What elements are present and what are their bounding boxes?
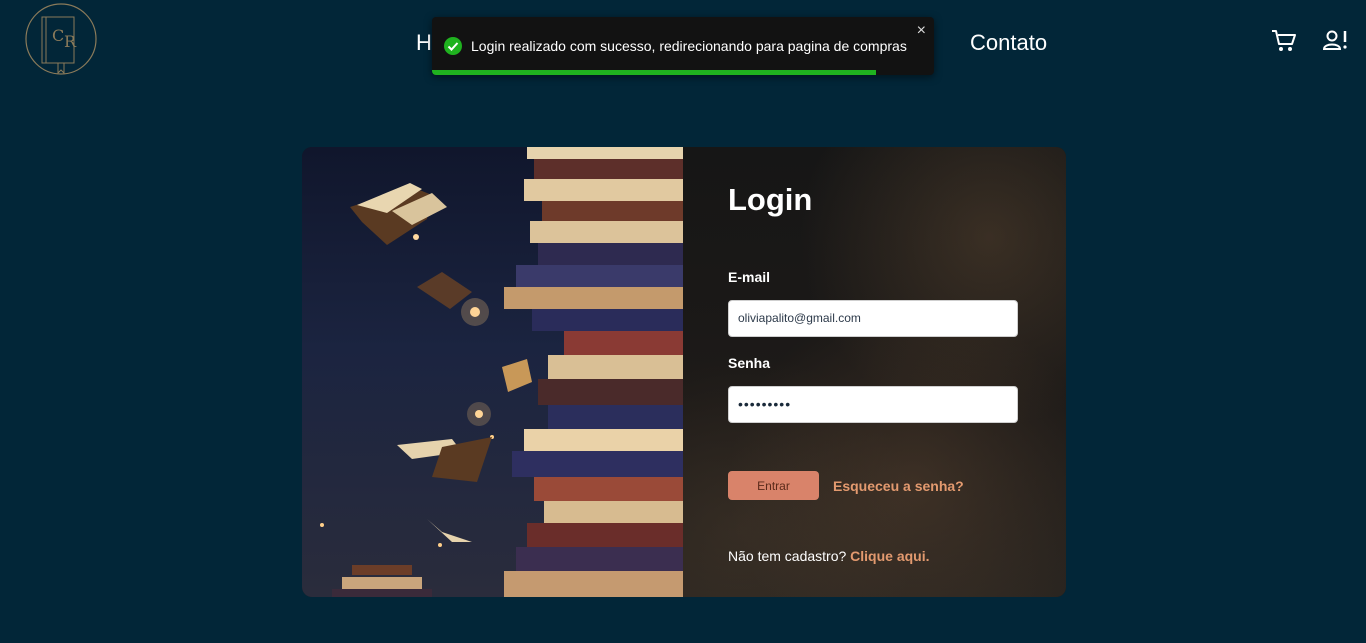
login-card: Login E-mail Senha Entrar Esqueceu a sen… <box>302 147 1066 597</box>
signup-prompt-text: Não tem cadastro? <box>728 548 851 564</box>
email-field[interactable] <box>728 300 1018 337</box>
login-form-panel: Login E-mail Senha Entrar Esqueceu a sen… <box>683 147 1066 597</box>
toast-progress-bar <box>432 70 877 75</box>
cart-icon[interactable] <box>1271 29 1297 53</box>
entrar-button[interactable]: Entrar <box>728 471 819 500</box>
forgot-password-link[interactable]: Esqueceu a senha? <box>833 478 964 494</box>
password-field[interactable] <box>728 386 1018 423</box>
signup-link[interactable]: Clique aqui. <box>850 548 929 564</box>
book-logo-icon[interactable]: C R <box>24 3 98 75</box>
signup-prompt: Não tem cadastro? Clique aqui. <box>728 548 930 564</box>
login-title: Login <box>728 182 813 217</box>
nav-contato-link[interactable]: Contato <box>970 30 1047 56</box>
check-circle-icon <box>444 37 462 55</box>
senha-label: Senha <box>728 355 771 371</box>
svg-text:R: R <box>64 32 77 51</box>
nav-home-link[interactable]: H <box>416 30 432 56</box>
svg-text:C: C <box>52 26 64 45</box>
success-toast: Login realizado com sucesso, redireciona… <box>432 17 934 75</box>
close-icon[interactable]: × <box>917 23 926 39</box>
email-label: E-mail <box>728 269 771 285</box>
books-illustration <box>302 147 683 597</box>
user-alert-icon[interactable] <box>1323 29 1349 53</box>
toast-message: Login realizado com sucesso, redireciona… <box>471 38 907 54</box>
books-illustration-art <box>320 147 683 597</box>
